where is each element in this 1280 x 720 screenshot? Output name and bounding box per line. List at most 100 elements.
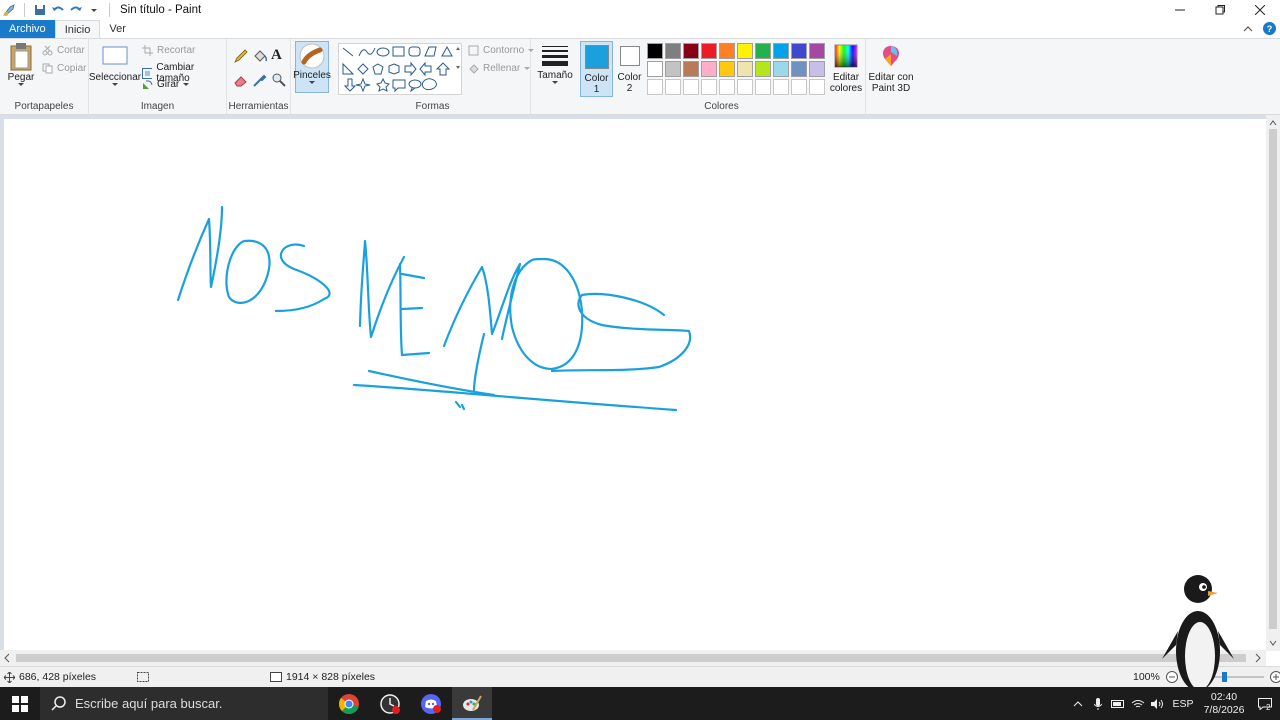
- rotate-button[interactable]: Girar: [142, 79, 190, 90]
- taskbar-recorder[interactable]: [370, 687, 410, 720]
- custom-color-slot[interactable]: [701, 79, 717, 95]
- customize-qat-icon[interactable]: [87, 3, 101, 17]
- volume-icon[interactable]: [1148, 698, 1168, 709]
- cut-label: Cortar: [57, 45, 85, 56]
- minimize-button[interactable]: [1160, 0, 1200, 20]
- edit-paint3d-button[interactable]: Editar con Paint 3D: [866, 44, 916, 94]
- tab-file[interactable]: Archivo: [0, 20, 55, 38]
- taskbar-paint[interactable]: [452, 687, 492, 720]
- battery-icon[interactable]: [1108, 699, 1128, 708]
- crop-button[interactable]: Recortar: [142, 45, 195, 56]
- palette-swatch[interactable]: [755, 61, 771, 77]
- text-tool-icon[interactable]: A: [271, 47, 282, 64]
- horizontal-scrollbar[interactable]: [0, 650, 1266, 666]
- undo-icon[interactable]: [51, 3, 65, 17]
- help-icon[interactable]: ?: [1263, 22, 1276, 38]
- color1-button[interactable]: Color 1: [580, 41, 613, 97]
- palette-swatch[interactable]: [647, 61, 663, 77]
- palette-swatch[interactable]: [647, 43, 663, 59]
- wifi-icon[interactable]: [1128, 699, 1148, 709]
- palette-swatch[interactable]: [755, 43, 771, 59]
- search-placeholder: Escribe aquí para buscar.: [75, 696, 223, 711]
- paint3d-icon: [883, 46, 899, 66]
- window-title: Sin título - Paint: [120, 4, 202, 16]
- taskbar-search[interactable]: Escribe aquí para buscar.: [40, 687, 328, 720]
- copy-button[interactable]: Copiar: [42, 63, 86, 74]
- outline-button[interactable]: Contorno: [468, 45, 535, 56]
- palette-swatch[interactable]: [701, 43, 717, 59]
- size-button[interactable]: Tamaño: [536, 44, 574, 85]
- tab-home[interactable]: Inicio: [54, 20, 101, 38]
- image-size-icon: [270, 671, 282, 682]
- svg-text:?: ?: [1267, 24, 1273, 34]
- fill-button[interactable]: Rellenar: [468, 63, 531, 74]
- fill-icon: [469, 64, 479, 74]
- palette-swatch[interactable]: [791, 61, 807, 77]
- close-button[interactable]: [1240, 0, 1280, 20]
- custom-color-slot[interactable]: [755, 79, 771, 95]
- palette-swatch[interactable]: [773, 61, 789, 77]
- pencil-icon[interactable]: [233, 48, 249, 67]
- edit-colors-line2: colores: [829, 83, 863, 94]
- zoom-in-icon[interactable]: [1269, 671, 1280, 683]
- custom-color-slot[interactable]: [683, 79, 699, 95]
- palette-swatch[interactable]: [809, 61, 825, 77]
- start-button[interactable]: [0, 687, 40, 720]
- clipboard-group-label: Portapapeles: [14, 101, 74, 112]
- size-label: Tamaño: [537, 70, 573, 81]
- fill-bucket-icon[interactable]: [252, 48, 268, 67]
- palette-swatch[interactable]: [683, 43, 699, 59]
- tab-view[interactable]: Ver: [100, 20, 135, 38]
- palette-swatch[interactable]: [737, 61, 753, 77]
- resize-icon: [142, 67, 153, 79]
- color1-swatch: [584, 45, 609, 69]
- custom-color-slot[interactable]: [809, 79, 825, 95]
- microphone-icon[interactable]: [1088, 697, 1108, 710]
- redo-icon[interactable]: [69, 3, 83, 17]
- palette-swatch[interactable]: [719, 43, 735, 59]
- taskbar-chrome[interactable]: [329, 687, 369, 720]
- custom-color-slot[interactable]: [791, 79, 807, 95]
- color2-button[interactable]: Color 2: [615, 41, 644, 97]
- eraser-icon[interactable]: [233, 72, 249, 91]
- outline-icon: [468, 45, 479, 56]
- custom-color-slot[interactable]: [647, 79, 663, 95]
- palette-swatch[interactable]: [665, 61, 681, 77]
- paint3d-line1: Editar con: [868, 72, 914, 83]
- save-icon[interactable]: [33, 3, 47, 17]
- shapes-gallery[interactable]: [338, 43, 462, 95]
- clock[interactable]: 02:40 7/8/2026: [1198, 691, 1250, 717]
- brushes-label: Pinceles: [293, 70, 331, 81]
- custom-color-slot[interactable]: [737, 79, 753, 95]
- palette-swatch[interactable]: [737, 43, 753, 59]
- custom-color-slot[interactable]: [719, 79, 735, 95]
- rotate-icon: [143, 80, 153, 89]
- palette-swatch[interactable]: [683, 61, 699, 77]
- palette-swatch[interactable]: [773, 43, 789, 59]
- maximize-button[interactable]: [1200, 0, 1240, 20]
- palette-swatch[interactable]: [809, 43, 825, 59]
- color-picker-icon[interactable]: [252, 72, 268, 91]
- edit-colors-button[interactable]: Editar colores: [828, 44, 864, 94]
- palette-swatch[interactable]: [719, 61, 735, 77]
- language-indicator[interactable]: ESP: [1168, 698, 1198, 710]
- tray-expand-icon[interactable]: [1068, 700, 1088, 707]
- paste-button[interactable]: Pegar: [6, 42, 36, 87]
- tools-group-label: Herramientas: [228, 101, 289, 112]
- custom-color-slot[interactable]: [665, 79, 681, 95]
- edit-colors-line1: Editar: [832, 72, 860, 83]
- select-button[interactable]: Seleccionar: [89, 46, 141, 87]
- custom-color-slot[interactable]: [773, 79, 789, 95]
- palette-swatch[interactable]: [665, 43, 681, 59]
- palette-swatch[interactable]: [701, 61, 717, 77]
- drawing-canvas[interactable]: [4, 119, 1266, 650]
- cut-button[interactable]: Cortar: [42, 45, 85, 56]
- brushes-button[interactable]: Pinceles: [293, 41, 331, 93]
- palette-swatch[interactable]: [791, 43, 807, 59]
- collapse-ribbon-icon[interactable]: [1243, 24, 1253, 36]
- taskbar-discord[interactable]: [411, 687, 451, 720]
- notifications-button[interactable]: 2: [1250, 697, 1280, 712]
- vertical-scrollbar[interactable]: [1266, 115, 1280, 651]
- image-size: 1914 × 828 píxeles: [286, 671, 376, 683]
- magnifier-icon[interactable]: [271, 72, 287, 91]
